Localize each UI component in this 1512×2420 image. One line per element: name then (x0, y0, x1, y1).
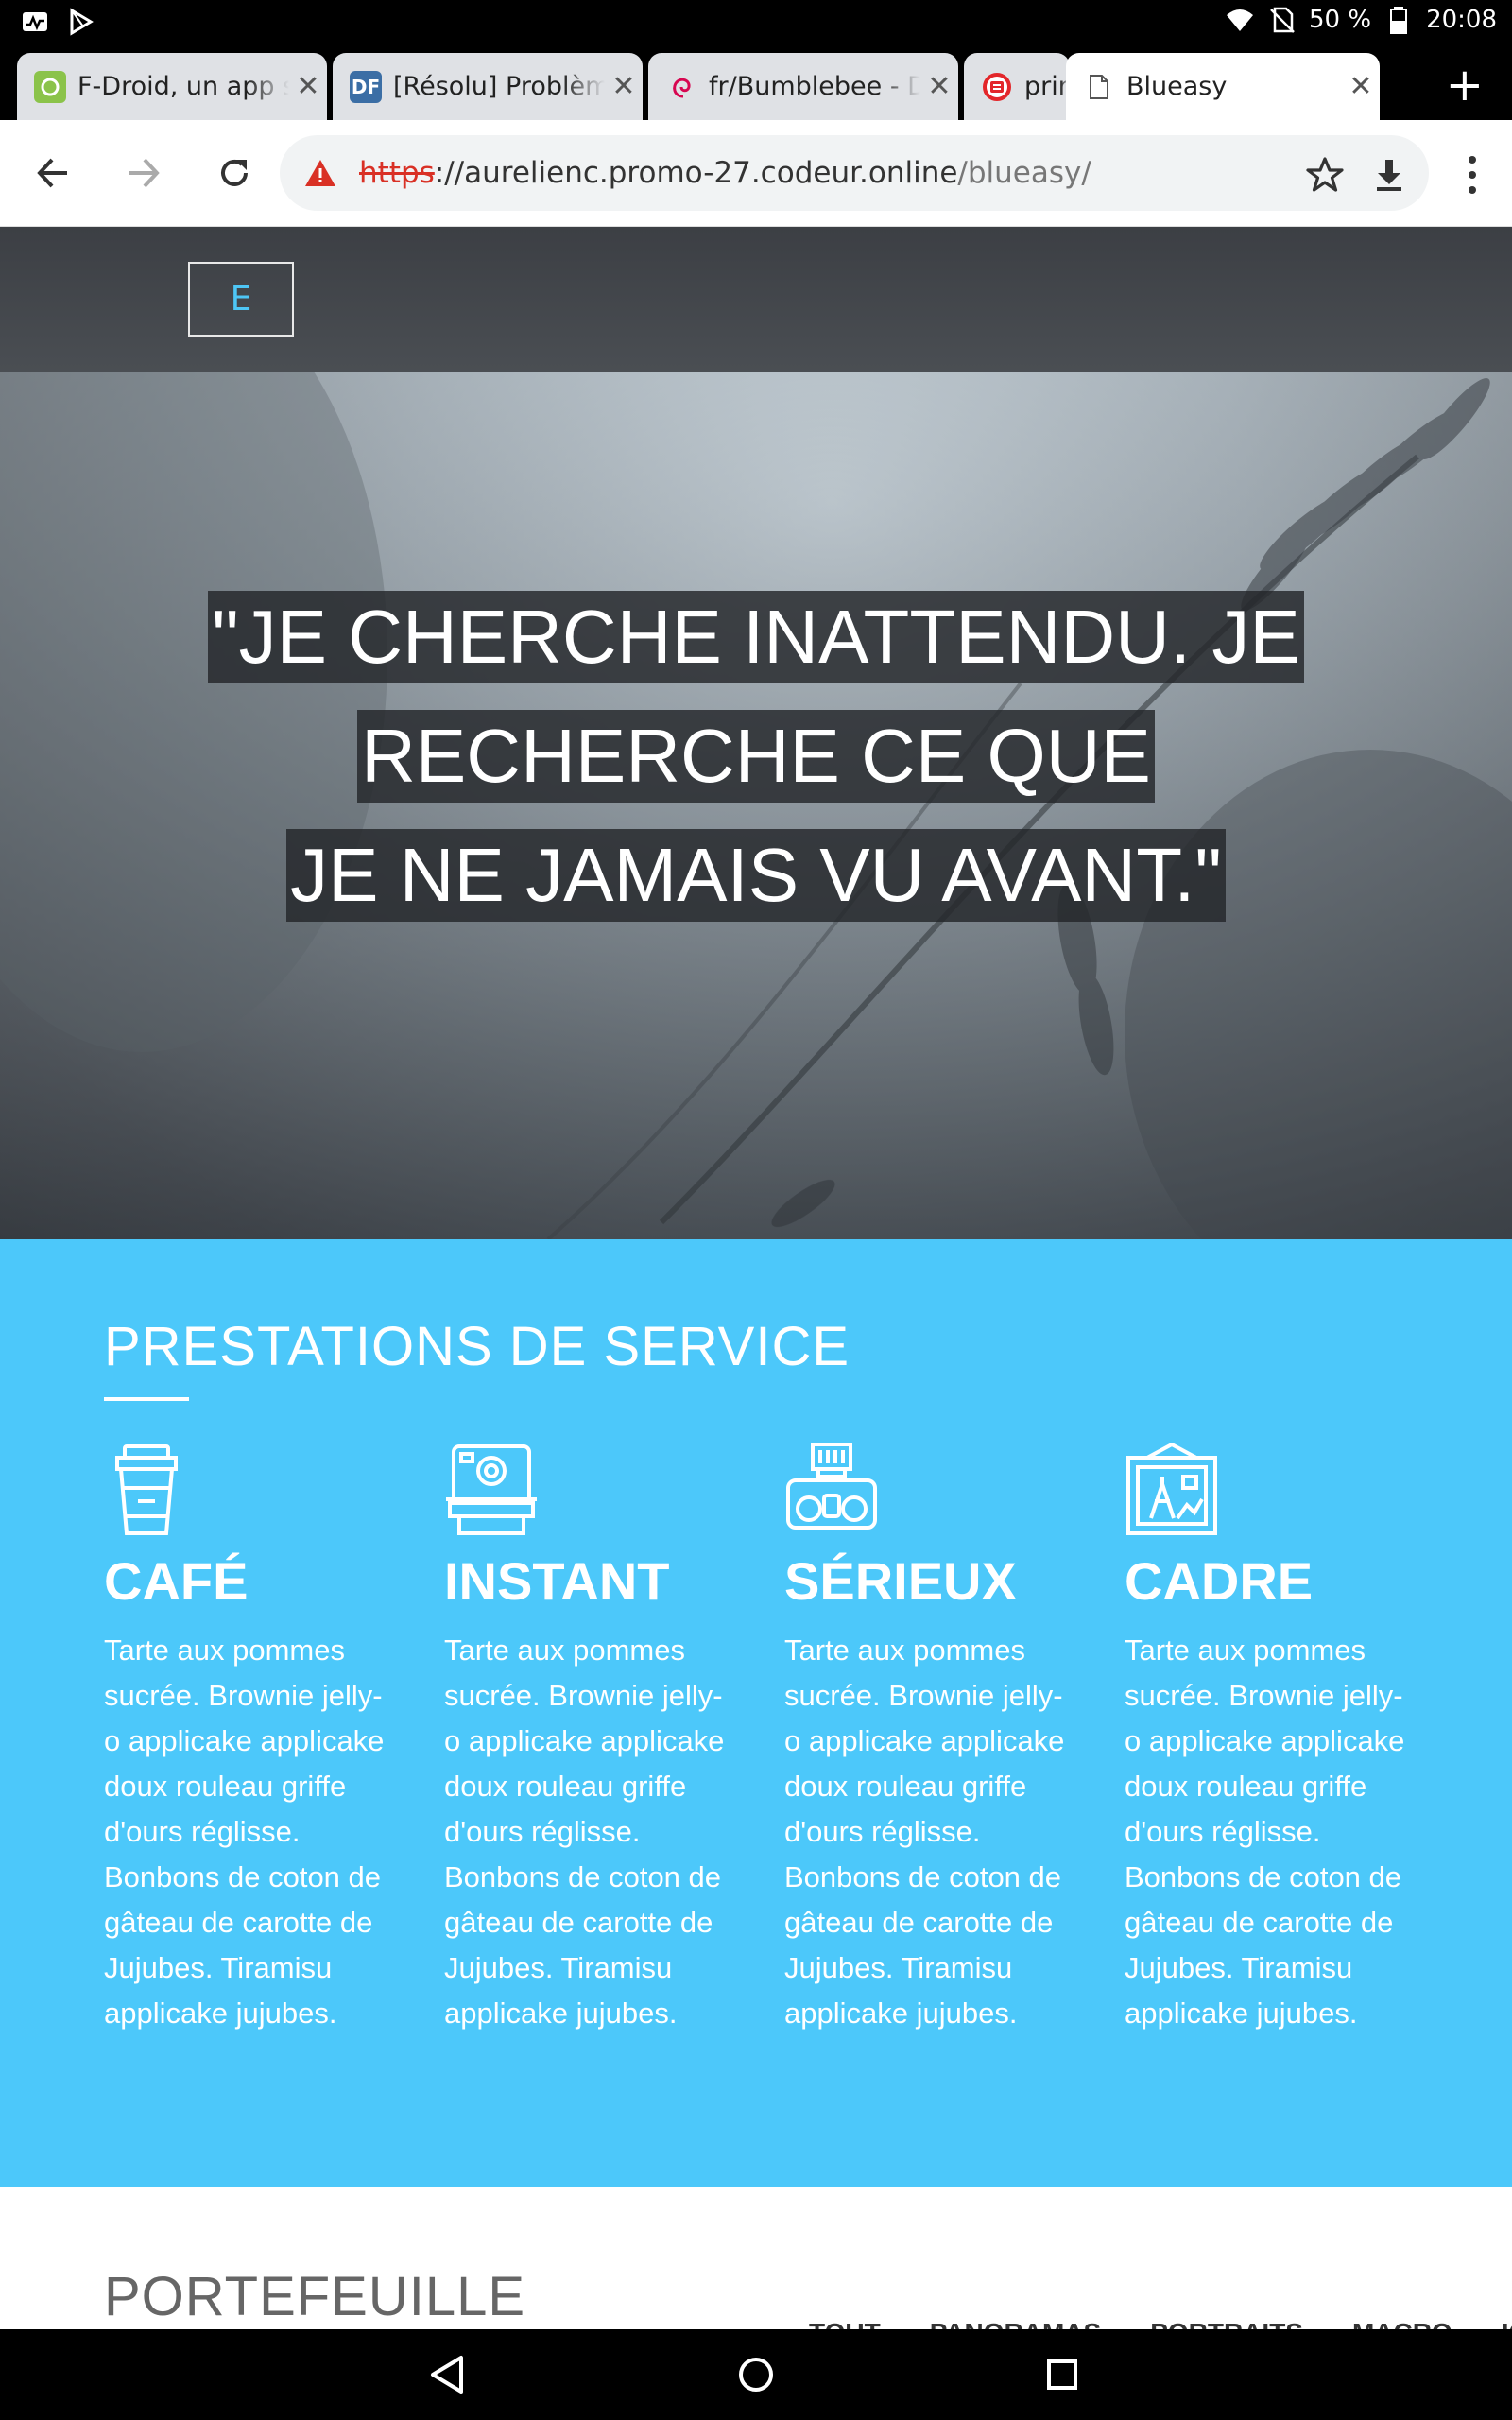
system-recents-icon[interactable] (1038, 2350, 1087, 2399)
close-tab-icon[interactable]: ✕ (920, 70, 958, 103)
df-favicon-icon: DF (350, 70, 382, 103)
service-text: Tarte aux pommes sucrée. Brownie jelly-o… (444, 1634, 725, 2030)
portfolio-section: PORTEFEUILLE TOUT PANORAMAS PORTRAITS MA… (0, 2187, 1512, 2347)
tab-strip: F-Droid, un app s ✕ DF [Résolu] Problèm … (0, 47, 1512, 120)
close-tab-icon[interactable]: ✕ (605, 70, 643, 103)
coffee-cup-icon (115, 1444, 178, 1535)
service-text: Tarte aux pommes sucrée. Brownie jelly-o… (104, 1634, 385, 2030)
system-back-icon[interactable] (423, 2350, 472, 2399)
activity-icon (23, 12, 47, 31)
site-logo[interactable]: E (188, 262, 294, 337)
forward-arrow-icon (129, 158, 160, 188)
status-bar: 50 % 20:08 (0, 0, 1512, 47)
services-title: PRESTATIONS DE SERVICE (104, 1316, 850, 1377)
tab-resolu[interactable]: DF [Résolu] Problèm ✕ (333, 53, 643, 120)
tab-title: [Résolu] Problèm (393, 72, 605, 101)
service-text: Tarte aux pommes sucrée. Brownie jelly-o… (784, 1634, 1065, 2030)
hero-quote: "JE CHERCHE INATTENDU. JE RECHERCHE CE Q… (0, 591, 1512, 948)
service-text: Tarte aux pommes sucrée. Brownie jelly-o… (1125, 1634, 1405, 2030)
tab-title: fr/Bumblebee - D (709, 72, 920, 101)
url-host: ://aurelienc.promo-27.codeur.online (434, 156, 958, 190)
services-section: PRESTATIONS DE SERVICE CAFÉ Tarte aux po… (0, 1239, 1512, 2187)
page-icon (1083, 71, 1115, 103)
back-arrow-icon (37, 158, 67, 188)
insecure-warning-icon[interactable] (304, 159, 336, 187)
hero-section: "JE CHERCHE INATTENDU. JE RECHERCHE CE Q… (0, 372, 1512, 1239)
service-card: SÉRIEUX Tarte aux pommes sucrée. Brownie… (784, 1443, 1068, 2036)
battery-icon (1390, 7, 1408, 34)
close-tab-icon[interactable]: ✕ (289, 70, 327, 103)
service-card: INSTANT Tarte aux pommes sucrée. Brownie… (444, 1443, 728, 2036)
overflow-menu-icon[interactable] (1465, 154, 1480, 196)
red-circle-icon (981, 71, 1013, 103)
download-icon[interactable] (1370, 156, 1408, 194)
browser-toolbar: https://aurelienc.promo-27.codeur.online… (0, 120, 1512, 227)
service-card: CAFÉ Tarte aux pommes sucrée. Brownie je… (104, 1443, 387, 2036)
tab-bumblebee[interactable]: fr/Bumblebee - D ✕ (648, 53, 958, 120)
quote-line: RECHERCHE CE QUE (357, 710, 1155, 803)
fdroid-favicon-icon (34, 70, 66, 103)
quote-line: JE NE JAMAIS VU AVANT." (286, 829, 1226, 922)
tab-blueasy[interactable]: Blueasy ✕ (1066, 53, 1380, 120)
service-title: SÉRIEUX (784, 1551, 1017, 1611)
tab-title: Blueasy (1126, 72, 1228, 101)
instant-camera-icon (446, 1444, 537, 1535)
service-card: CADRE Tarte aux pommes sucrée. Brownie j… (1125, 1442, 1408, 2036)
forward-button[interactable] (117, 147, 170, 199)
system-nav-bar (0, 2329, 1512, 2420)
portfolio-title: PORTEFEUILLE (104, 2266, 526, 2327)
tab-prin[interactable]: prin (964, 53, 1070, 120)
picture-frame-icon (1126, 1442, 1217, 1535)
tab-title: prin (1024, 72, 1070, 101)
new-tab-button[interactable]: + (1446, 62, 1484, 108)
tab-title: F-Droid, un app s (77, 72, 289, 101)
url-scheme: https (359, 156, 435, 190)
close-tab-icon[interactable]: ✕ (1342, 70, 1380, 103)
tab-fdroid[interactable]: F-Droid, un app s ✕ (17, 53, 327, 120)
reload-button[interactable] (208, 147, 261, 199)
back-button[interactable] (26, 147, 79, 199)
url-path: /blueasy/ (957, 156, 1091, 190)
service-title: CAFÉ (104, 1551, 249, 1611)
reload-icon (221, 159, 248, 186)
site-header: E (0, 227, 1512, 372)
service-title: CADRE (1125, 1551, 1314, 1611)
debian-swirl-icon (665, 71, 697, 103)
wifi-icon (1227, 9, 1253, 31)
clock: 20:08 (1426, 6, 1497, 34)
address-bar[interactable]: https://aurelienc.promo-27.codeur.online… (280, 135, 1429, 211)
play-store-icon (70, 8, 94, 36)
quote-line: "JE CHERCHE INATTENDU. JE (208, 591, 1304, 683)
battery-percent: 50 % (1309, 6, 1372, 34)
no-sim-icon (1270, 7, 1295, 33)
film-camera-icon (786, 1443, 877, 1530)
bookmark-star-icon[interactable] (1306, 156, 1344, 194)
service-title: INSTANT (444, 1551, 670, 1611)
title-underline (104, 1397, 189, 1401)
system-home-icon[interactable] (731, 2350, 781, 2399)
